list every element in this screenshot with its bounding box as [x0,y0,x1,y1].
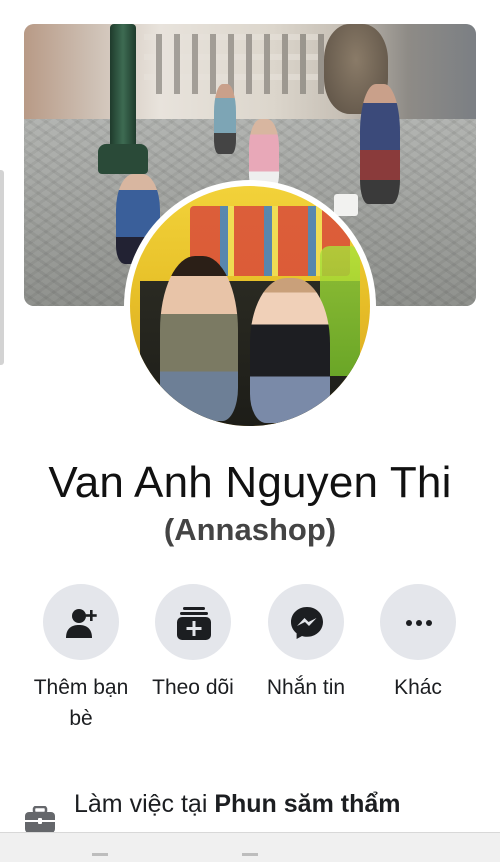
profile-actions: Thêm bạn bè Theo dõi Nhắn tin Khác [0,584,500,734]
add-friend-button[interactable]: Thêm bạn bè [25,584,137,734]
message-circle[interactable] [268,584,344,660]
more-circle[interactable] [380,584,456,660]
work-place-link[interactable]: Phun săm thẩm [214,790,400,818]
add-friend-label: Thêm bạn bè [33,676,129,730]
nav-recent-apps-icon[interactable] [92,853,108,856]
briefcase-icon [25,806,55,833]
work-info-row[interactable]: Làm việc tại Phun săm thẩm [22,788,492,833]
avatar-child [160,256,238,421]
profile-name: Van Anh Nguyen Thi [48,458,452,507]
more-icon [406,620,432,626]
more-label: Khác [394,676,442,699]
work-prefix: Làm việc tại [74,790,215,818]
work-text: Làm việc tại Phun săm thẩm [74,790,401,819]
cover-lamp-post-base [98,144,148,174]
message-label: Nhắn tin [266,676,346,699]
follow-button[interactable]: Theo dõi [137,584,249,703]
add-friend-icon [66,609,97,638]
message-button[interactable]: Nhắn tin [250,584,362,703]
add-friend-circle[interactable] [43,584,119,660]
cover-child [249,119,279,189]
messenger-icon [291,607,323,639]
more-button[interactable]: Khác [362,584,474,703]
nav-home-icon[interactable] [242,853,258,856]
cover-person [360,84,400,204]
cover-person [214,84,236,154]
cover-building-windows [144,34,324,94]
profile-picture[interactable] [130,186,370,426]
scroll-edge-handle [0,170,4,365]
profile-alternate-name: (Annashop) [163,512,337,547]
follow-icon [177,607,211,640]
follow-label: Theo dõi [152,676,234,699]
bottom-nav-bar [0,832,500,862]
follow-circle[interactable] [155,584,231,660]
avatar-child [250,278,330,423]
